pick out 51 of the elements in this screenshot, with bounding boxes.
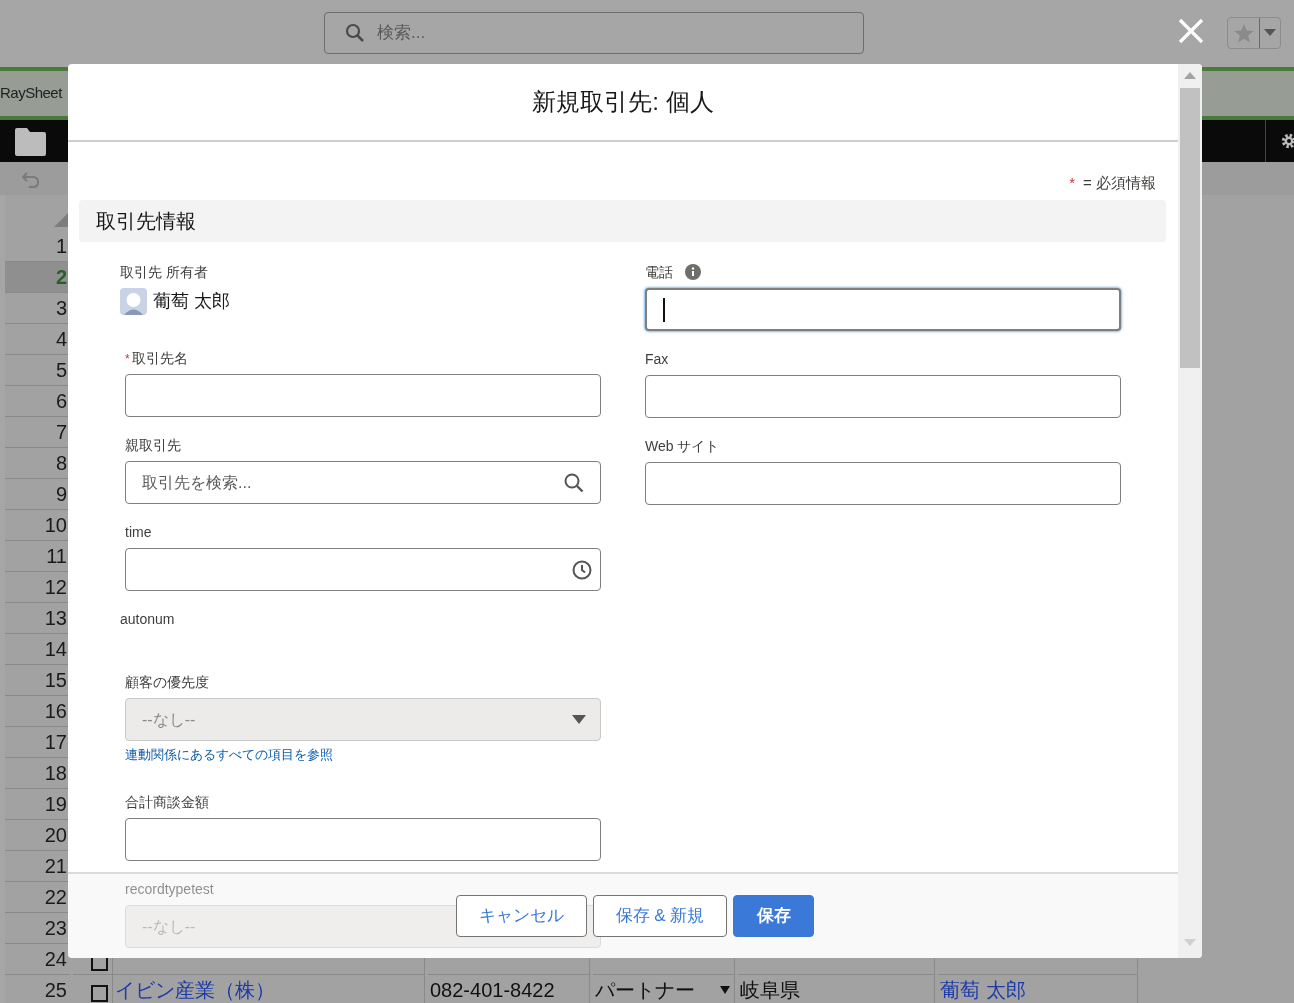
dropdown-icon[interactable] (720, 986, 730, 994)
avatar-icon (120, 288, 147, 315)
field-label: autonum (120, 609, 175, 629)
input-field[interactable] (125, 818, 601, 861)
time-field[interactable] (125, 548, 601, 591)
text-cursor (663, 297, 665, 322)
scroll-up-icon[interactable] (1184, 72, 1196, 79)
search-icon (564, 472, 584, 493)
favorites-button[interactable] (1227, 17, 1281, 49)
field-label: 取引先 所有者 (120, 262, 208, 282)
app-tab[interactable]: RaySheet (0, 82, 62, 105)
input-field[interactable] (645, 288, 1121, 331)
caret-icon (1264, 29, 1276, 37)
checkbox[interactable] (91, 984, 108, 1002)
field-label: 電話 (645, 262, 673, 282)
field-label: Web サイト (645, 436, 720, 456)
save-button[interactable]: 保存 (733, 895, 815, 937)
account-link[interactable]: イビン産業（株） (115, 975, 275, 1003)
row-header[interactable]: 25 (5, 975, 70, 1003)
required-mark: * (1069, 172, 1076, 193)
field-label: 親取引先 (125, 435, 181, 455)
field-label: 合計商談金額 (125, 792, 209, 812)
field-label: Fax (645, 349, 669, 369)
star-icon (1233, 23, 1254, 43)
search-field[interactable]: 取引先を検索... (125, 461, 601, 504)
scrollbar[interactable] (1178, 64, 1202, 958)
folder-icon (15, 128, 46, 156)
input-field[interactable] (645, 375, 1121, 418)
field-label: 顧客の優先度 (125, 672, 209, 692)
dependency-link[interactable]: 連動関係にあるすべての項目を参照 (125, 745, 601, 765)
table-cell-text: パートナー (595, 978, 695, 1003)
owner-link[interactable]: 葡萄 太郎 (940, 975, 1026, 1003)
table-cell-text: 岐阜県 (740, 978, 800, 1003)
gear-icon[interactable] (1281, 131, 1294, 151)
required-legend: = 必須情報 (1083, 171, 1156, 195)
field-label: recordtypetest (125, 879, 214, 899)
owner-name: 葡萄 太郎 (153, 290, 230, 313)
info-icon[interactable] (685, 264, 701, 280)
footer-button[interactable]: 保存 & 新規 (592, 895, 728, 937)
search-icon (345, 23, 365, 43)
section-title: 取引先情報 (96, 209, 196, 234)
field-label: time (125, 522, 152, 542)
caret-icon (572, 715, 586, 724)
close-icon[interactable] (1178, 18, 1204, 44)
input-field[interactable] (645, 462, 1121, 505)
clock-icon[interactable] (572, 559, 592, 580)
input-field[interactable] (125, 374, 601, 417)
footer-button[interactable]: キャンセル (455, 895, 587, 937)
field-label: *取引先名 (125, 348, 188, 368)
table-cell-text: 082-401-8422 (430, 978, 555, 1003)
modal-title: 新規取引先: 個人 (532, 87, 714, 117)
